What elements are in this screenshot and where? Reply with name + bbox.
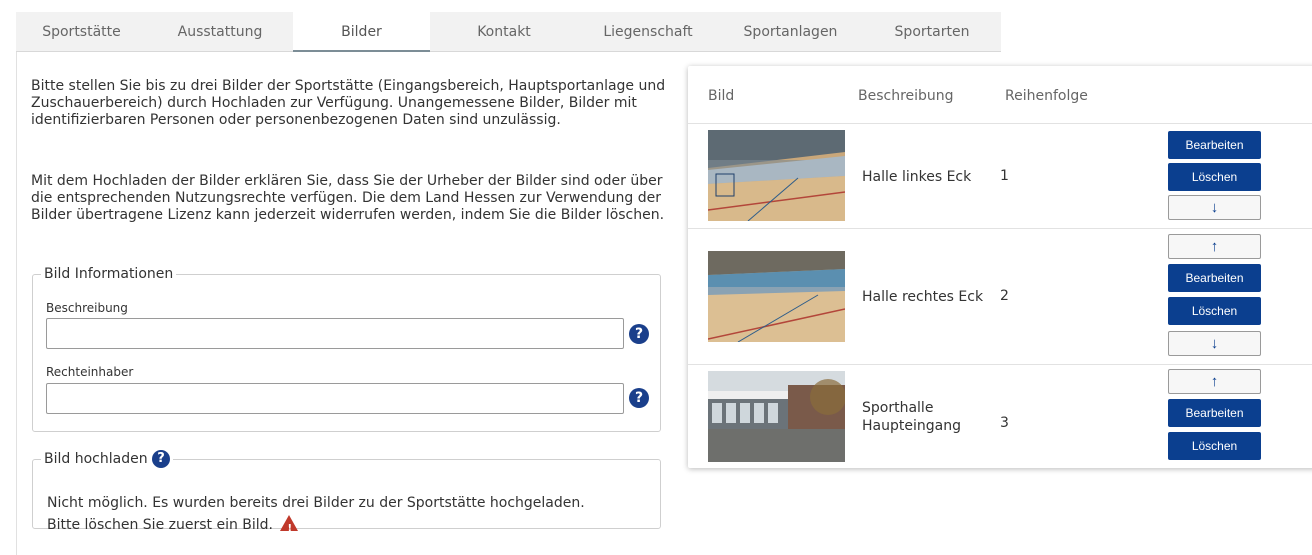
delete-button[interactable]: Löschen — [1168, 163, 1261, 191]
beschreibung-label: Beschreibung — [46, 301, 128, 315]
image-thumbnail-hall-right[interactable] — [708, 251, 845, 342]
tab-bilder[interactable]: Bilder — [293, 12, 430, 52]
row-order: 2 — [1000, 288, 1009, 304]
beschreibung-input[interactable] — [46, 318, 624, 349]
column-header-bild: Bild — [708, 88, 735, 104]
column-header-reihenfolge: Reihenfolge — [1005, 88, 1088, 104]
image-info-legend: Bild Informationen — [44, 266, 174, 282]
tab-kontakt[interactable]: Kontakt — [430, 12, 578, 52]
tab-sportarten[interactable]: Sportarten — [863, 12, 1001, 52]
tab-ausstattung[interactable]: Ausstattung — [147, 12, 293, 52]
upload-not-possible-message: Nicht möglich. Es wurden bereits drei Bi… — [47, 492, 587, 536]
row-description: Halle linkes Eck — [862, 169, 972, 185]
move-down-button[interactable]: ↓ — [1168, 195, 1261, 220]
tab-sportstaette[interactable]: Sportstätte — [16, 12, 147, 52]
image-info-fieldset: Bild Informationen Beschreibung ? Rechte… — [32, 266, 661, 432]
rechteinhaber-input[interactable] — [46, 383, 624, 414]
row-divider — [688, 364, 1312, 365]
column-header-beschreibung: Beschreibung — [858, 88, 954, 104]
upload-help-icon[interactable]: ? — [152, 450, 171, 468]
image-thumbnail-hall-left[interactable] — [708, 130, 845, 221]
row-order: 1 — [1000, 168, 1009, 184]
edit-button[interactable]: Bearbeiten — [1168, 264, 1261, 292]
edit-button[interactable]: Bearbeiten — [1168, 399, 1261, 427]
delete-button[interactable]: Löschen — [1168, 297, 1261, 325]
row-divider — [688, 228, 1312, 229]
beschreibung-help-icon[interactable]: ? — [629, 324, 649, 344]
image-table-card: Bild Beschreibung Reihenfolge Halle link… — [688, 66, 1312, 468]
move-up-button[interactable]: ↑ — [1168, 369, 1261, 394]
header-divider — [688, 123, 1312, 124]
row-order: 3 — [1000, 415, 1009, 431]
tab-bar: Sportstätte Ausstattung Bilder Kontakt L… — [16, 12, 1001, 52]
row-description: Sporthalle Haupteingang — [862, 400, 961, 434]
move-down-button[interactable]: ↓ — [1168, 331, 1261, 356]
tab-sportanlagen[interactable]: Sportanlagen — [718, 12, 863, 52]
edit-button[interactable]: Bearbeiten — [1168, 131, 1261, 159]
image-upload-fieldset: Bild hochladen ? Nicht möglich. Es wurde… — [32, 450, 661, 534]
image-upload-legend: Bild hochladen ? — [41, 450, 173, 468]
row-description: Halle rechtes Eck — [862, 289, 984, 305]
image-thumbnail-entrance[interactable] — [708, 371, 845, 462]
image-upload-legend-text: Bild hochladen — [44, 451, 148, 467]
tab-liegenschaft[interactable]: Liegenschaft — [578, 12, 718, 52]
move-up-button[interactable]: ↑ — [1168, 234, 1261, 259]
upload-message-text: Nicht möglich. Es wurden bereits drei Bi… — [47, 495, 585, 533]
delete-button[interactable]: Löschen — [1168, 432, 1261, 460]
intro-paragraph-rights: Mit dem Hochladen der Bilder erklären Si… — [31, 173, 665, 223]
rechteinhaber-help-icon[interactable]: ? — [629, 388, 649, 408]
content-left-border — [16, 52, 17, 555]
rechteinhaber-label: Rechteinhaber — [46, 365, 134, 379]
intro-paragraph-images: Bitte stellen Sie bis zu drei Bilder der… — [31, 78, 666, 128]
warning-triangle-icon: ! — [280, 515, 299, 534]
